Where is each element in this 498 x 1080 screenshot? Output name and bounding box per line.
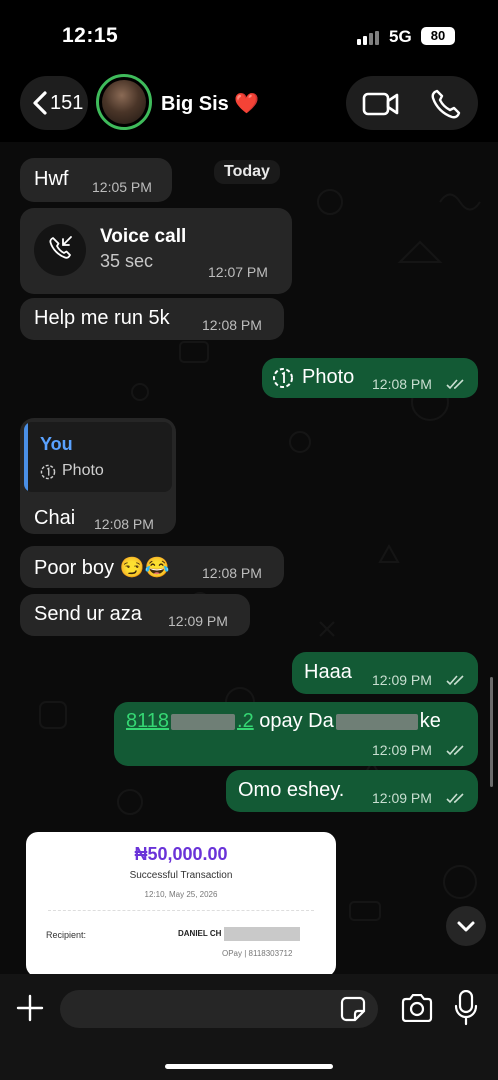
read-ticks-icon <box>446 793 464 804</box>
chat-header: 151 Big Sis ❤️ <box>0 74 498 134</box>
sticker-icon[interactable] <box>340 996 366 1022</box>
chevron-down-icon <box>457 921 475 932</box>
quoted-preview: Photo <box>62 462 104 479</box>
message-time: 12:08 PM <box>202 317 262 333</box>
call-actions <box>346 76 478 130</box>
receipt-recipient-sub: OPay | 8118303712 <box>222 949 293 958</box>
message-text: Chai <box>34 507 76 529</box>
signal-icon <box>357 31 381 45</box>
contact-name[interactable]: Big Sis ❤️ <box>161 91 259 116</box>
receipt-image[interactable]: ₦50,000.00 Successful Transaction 12:10,… <box>26 832 336 974</box>
phone-icon[interactable] <box>430 89 462 119</box>
message-outgoing[interactable]: Omo eshey. 12:09 PM <box>226 770 478 812</box>
message-text: Omo eshey. <box>238 779 345 801</box>
message-text: Photo <box>302 366 355 388</box>
missed-call-icon <box>34 224 86 276</box>
video-call-icon[interactable] <box>362 90 400 118</box>
message-incoming[interactable]: Poor boy 😏😂 12:08 PM <box>20 546 284 588</box>
home-indicator <box>165 1064 333 1069</box>
plus-icon[interactable] <box>16 994 44 1022</box>
message-text: Poor boy 😏😂 <box>34 557 170 579</box>
message-time: 12:09 PM <box>372 790 432 806</box>
message-outgoing-account[interactable]: 8118.2 opay Da ke 12:09 PM <box>114 702 478 766</box>
avatar[interactable] <box>96 74 152 130</box>
message-text: Help me run 5k <box>34 307 170 329</box>
message-time: 12:09 PM <box>372 672 432 688</box>
quoted-author: You <box>40 434 73 454</box>
status-time: 12:15 <box>62 24 119 47</box>
receipt-recipient: DANIEL CH <box>178 929 222 938</box>
composer <box>0 974 498 1080</box>
read-ticks-icon <box>446 675 464 686</box>
read-ticks-icon <box>446 379 464 390</box>
back-button[interactable]: 151 <box>20 76 88 130</box>
message-input[interactable] <box>60 990 378 1028</box>
message-incoming[interactable]: Send ur aza 12:09 PM <box>20 594 250 636</box>
camera-icon[interactable] <box>400 994 434 1022</box>
message-outgoing[interactable]: Photo 12:08 PM <box>262 358 478 398</box>
message-text: Hwf <box>34 168 69 190</box>
account-number-link[interactable]: 8118.2 <box>126 710 254 732</box>
unread-count: 151 <box>50 92 84 114</box>
receipt-amount: ₦50,000.00 <box>134 844 228 864</box>
message-time: 12:08 PM <box>372 376 432 392</box>
redaction <box>224 927 300 941</box>
chat-area[interactable]: Today Hwf 12:05 PM Voice call 35 sec 12:… <box>0 142 498 974</box>
view-once-icon <box>40 464 56 480</box>
scroll-to-bottom-button[interactable] <box>446 906 486 946</box>
call-duration: 35 sec <box>100 251 154 271</box>
message-text: Haaa <box>304 661 352 683</box>
microphone-icon[interactable] <box>454 990 478 1026</box>
message-text: 8118.2 opay Da ke <box>126 710 441 732</box>
chevron-left-icon <box>33 91 47 115</box>
message-text: Send ur aza <box>34 603 142 625</box>
message-time: 12:09 PM <box>168 613 228 629</box>
receipt-date: 12:10, May 25, 2026 <box>144 890 218 899</box>
message-incoming[interactable]: Hwf 12:05 PM <box>20 158 172 202</box>
message-time: 12:07 PM <box>208 264 268 280</box>
voice-call-message[interactable]: Voice call 35 sec 12:07 PM <box>20 208 292 294</box>
call-title: Voice call <box>100 226 187 247</box>
scrollbar[interactable] <box>490 677 493 787</box>
message-outgoing[interactable]: Haaa 12:09 PM <box>292 652 478 694</box>
receipt-label: Recipient: <box>46 930 87 940</box>
view-once-icon <box>273 368 293 388</box>
message-time: 12:09 PM <box>372 742 432 758</box>
message-time: 12:05 PM <box>92 179 152 195</box>
quoted-message[interactable]: You Photo <box>24 422 172 492</box>
message-time: 12:08 PM <box>94 516 154 532</box>
message-time: 12:08 PM <box>202 565 262 581</box>
read-ticks-icon <box>446 745 464 756</box>
battery-icon: 80 <box>421 27 455 45</box>
message-incoming[interactable]: Help me run 5k 12:08 PM <box>20 298 284 340</box>
message-incoming-reply[interactable]: You Photo Chai 12:08 PM <box>20 418 176 534</box>
status-bar: 12:15 5G 80 <box>0 0 498 62</box>
receipt-status: Successful Transaction <box>129 870 233 881</box>
network-label: 5G <box>389 27 412 46</box>
date-chip: Today <box>214 160 280 184</box>
